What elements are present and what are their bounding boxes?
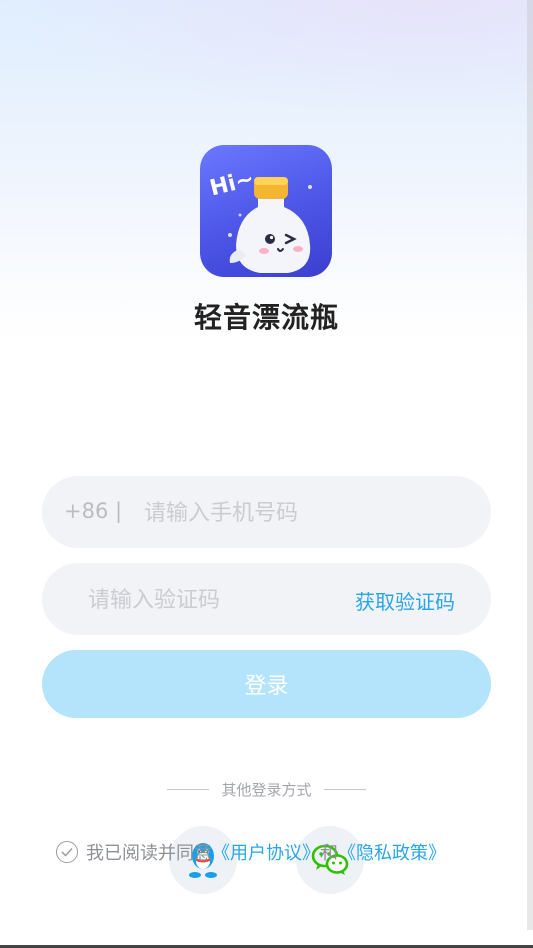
- verification-code-input[interactable]: [86, 582, 330, 618]
- app-name: 轻音漂流瓶: [193, 301, 339, 334]
- agreement-prefix: 我已阅读并同意: [86, 843, 212, 864]
- phone-field: +86 |: [42, 476, 491, 548]
- get-code-button[interactable]: 获取验证码: [355, 586, 455, 615]
- agreement-checkbox[interactable]: [56, 841, 78, 863]
- divider-right: [323, 788, 366, 790]
- verification-code-field: 获取验证码: [42, 563, 491, 635]
- check-icon: [61, 847, 73, 857]
- app-icon-text: Hi~: [207, 166, 256, 201]
- other-login-divider: 其他登录方式: [0, 778, 533, 800]
- login-button[interactable]: 登录: [42, 650, 491, 718]
- agreement-connector: 和: [320, 843, 338, 864]
- divider-left: [167, 788, 210, 790]
- user-agreement-link[interactable]: 《用户协议》: [212, 839, 320, 865]
- agreement-row: 我已阅读并同意 《用户协议》 和 《隐私政策》: [56, 838, 446, 866]
- background-tint: [0, 0, 533, 120]
- other-login-label: 其他登录方式: [221, 780, 312, 799]
- phone-input[interactable]: [142, 495, 466, 531]
- app-icon: Hi~: [200, 145, 332, 277]
- privacy-policy-link[interactable]: 《隐私政策》: [338, 839, 446, 865]
- country-code-prefix[interactable]: +86 |: [64, 499, 122, 523]
